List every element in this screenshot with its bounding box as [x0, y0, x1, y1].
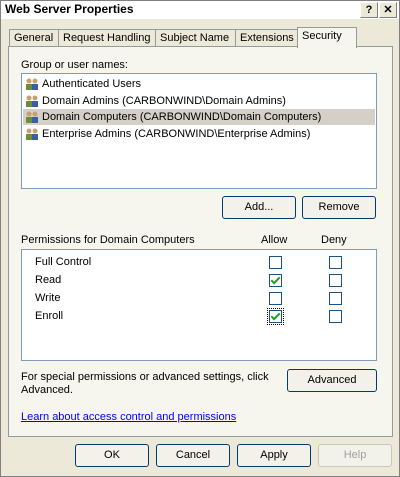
close-button[interactable]: ✕ [379, 2, 397, 18]
ok-button[interactable]: OK [75, 444, 149, 467]
group-icon [26, 95, 38, 108]
special-permissions-text-line2: Advanced. [21, 384, 73, 396]
write-deny-checkbox[interactable] [329, 292, 342, 305]
user-list[interactable]: Authenticated Users Domain Admins (CARBO… [21, 73, 377, 189]
tab-security[interactable]: Security [297, 27, 357, 48]
learn-more-link[interactable]: Learn about access control and permissio… [21, 411, 236, 423]
enroll-deny-checkbox[interactable] [329, 310, 342, 323]
user-item-authenticated-users[interactable]: Authenticated Users [24, 76, 141, 92]
full-control-allow-checkbox[interactable] [269, 256, 282, 269]
apply-button[interactable]: Apply [237, 444, 311, 467]
user-item-domain-admins[interactable]: Domain Admins (CARBONWIND\Domain Admins) [24, 93, 286, 109]
user-item-domain-computers[interactable]: Domain Computers (CARBONWIND\Domain Comp… [23, 109, 375, 125]
remove-button[interactable]: Remove [302, 196, 376, 219]
permission-name: Write [35, 292, 61, 304]
tab-extensions[interactable]: Extensions [235, 29, 303, 47]
tab-general[interactable]: General [9, 29, 59, 47]
deny-header: Deny [321, 234, 347, 246]
full-control-deny-checkbox[interactable] [329, 256, 342, 269]
special-permissions-text-line1: For special permissions or advanced sett… [21, 371, 269, 383]
permissions-label: Permissions for Domain Computers [21, 234, 195, 246]
permission-name: Full Control [35, 256, 92, 268]
group-icon [26, 111, 38, 124]
help-title-button[interactable]: ? [360, 2, 378, 18]
tab-request-handling[interactable]: Request Handling [58, 29, 156, 47]
enroll-allow-checkbox[interactable] [267, 308, 284, 325]
cancel-button[interactable]: Cancel [156, 444, 230, 467]
permission-name: Read [35, 274, 62, 286]
window-title: Web Server Properties [5, 2, 134, 16]
advanced-button[interactable]: Advanced [287, 369, 377, 392]
permission-name: Enroll [35, 310, 64, 322]
user-name: Domain Admins (CARBONWIND\Domain Admins) [42, 95, 286, 107]
group-label: Group or user names: [21, 59, 128, 71]
user-item-enterprise-admins[interactable]: Enterprise Admins (CARBONWIND\Enterprise… [24, 126, 310, 142]
tab-subject-name[interactable]: Subject Name [155, 29, 237, 47]
group-icon [26, 78, 38, 91]
write-allow-checkbox[interactable] [269, 292, 282, 305]
read-allow-checkbox[interactable] [269, 274, 282, 287]
permissions-list: Full Control Read Write Enroll [21, 249, 377, 361]
user-name: Domain Computers (CARBONWIND\Domain Comp… [42, 111, 322, 123]
title-bar: Web Server Properties ? ✕ [1, 1, 399, 19]
allow-header: Allow [261, 234, 288, 246]
read-deny-checkbox[interactable] [329, 274, 342, 287]
user-name: Enterprise Admins (CARBONWIND\Enterprise… [42, 128, 311, 140]
group-icon [26, 128, 38, 141]
add-button[interactable]: Add... [222, 196, 296, 219]
user-name: Authenticated Users [42, 78, 142, 90]
properties-dialog: Web Server Properties ? ✕ General Reques… [0, 0, 400, 477]
help-button[interactable]: Help [318, 444, 392, 467]
